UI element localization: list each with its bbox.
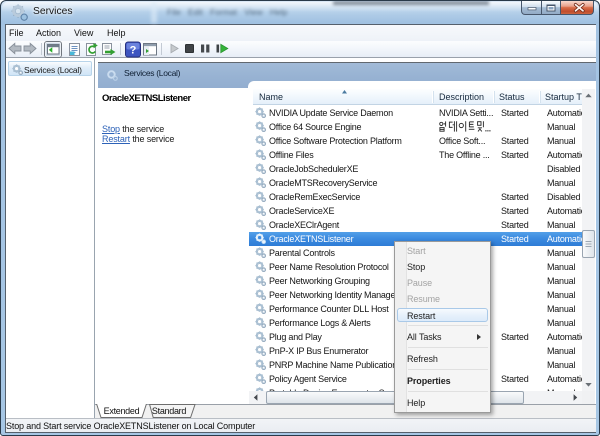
svg-text:Standard: Standard (152, 406, 186, 416)
svg-text:Extended: Extended (104, 406, 140, 416)
svg-text:?: ? (130, 45, 137, 57)
